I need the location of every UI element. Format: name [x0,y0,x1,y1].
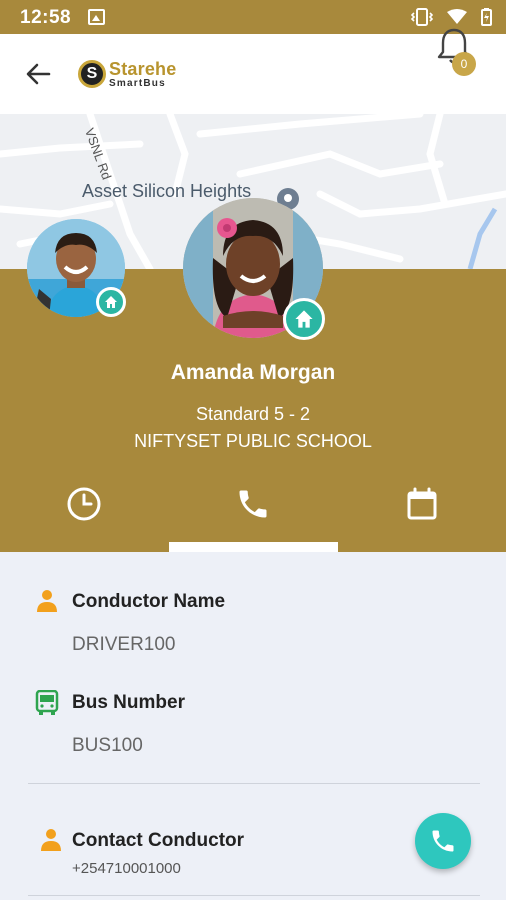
logo-subtitle: SmartBus [109,77,166,89]
status-time: 12:58 [20,7,72,28]
app-bar: S Starehe SmartBus [0,34,506,114]
home-icon [295,310,313,328]
person-icon [41,829,61,851]
arrow-back-icon [26,63,51,85]
wifi-icon [447,9,467,25]
sibling-home-badge [96,287,126,317]
bus-icon [35,690,59,715]
contact-conductor-label: Contact Conductor [72,830,245,851]
tab-contact[interactable] [169,478,337,552]
gallery-notification-icon [88,9,105,25]
clock-icon [67,487,101,521]
phone-icon [239,490,267,518]
student-school: NIFTYSET PUBLIC SCHOOL [134,431,372,451]
conductor-name-label: Conductor Name [72,591,226,612]
notification-count-badge: 0 [452,52,476,76]
selected-tab-indicator [169,542,338,552]
divider [28,783,480,784]
person-icon [37,590,57,612]
status-bar: 12:58 [0,0,506,34]
phone-icon [432,830,454,852]
battery-icon [481,8,492,26]
app-logo: S Starehe SmartBus [78,58,176,90]
logo-title: Starehe [109,58,177,79]
student-home-badge [283,298,325,340]
bus-number-value: BUS100 [72,735,143,756]
divider [28,895,480,896]
home-icon [105,296,117,308]
tab-history[interactable] [0,478,168,552]
student-name: Amanda Morgan [170,361,336,384]
map-place-label: Asset Silicon Heights [82,181,252,201]
bus-number-label: Bus Number [72,692,185,713]
tab-calendar[interactable] [338,478,506,552]
calendar-icon [407,487,437,520]
conductor-name-value: DRIVER100 [72,634,176,655]
back-button[interactable] [20,56,56,92]
conductor-phone-number: +254710001000 [72,860,181,877]
vibrate-icon [411,8,433,26]
call-conductor-button[interactable] [415,813,471,869]
logo-emblem: S [78,60,106,88]
student-class: Standard 5 - 2 [195,404,311,424]
